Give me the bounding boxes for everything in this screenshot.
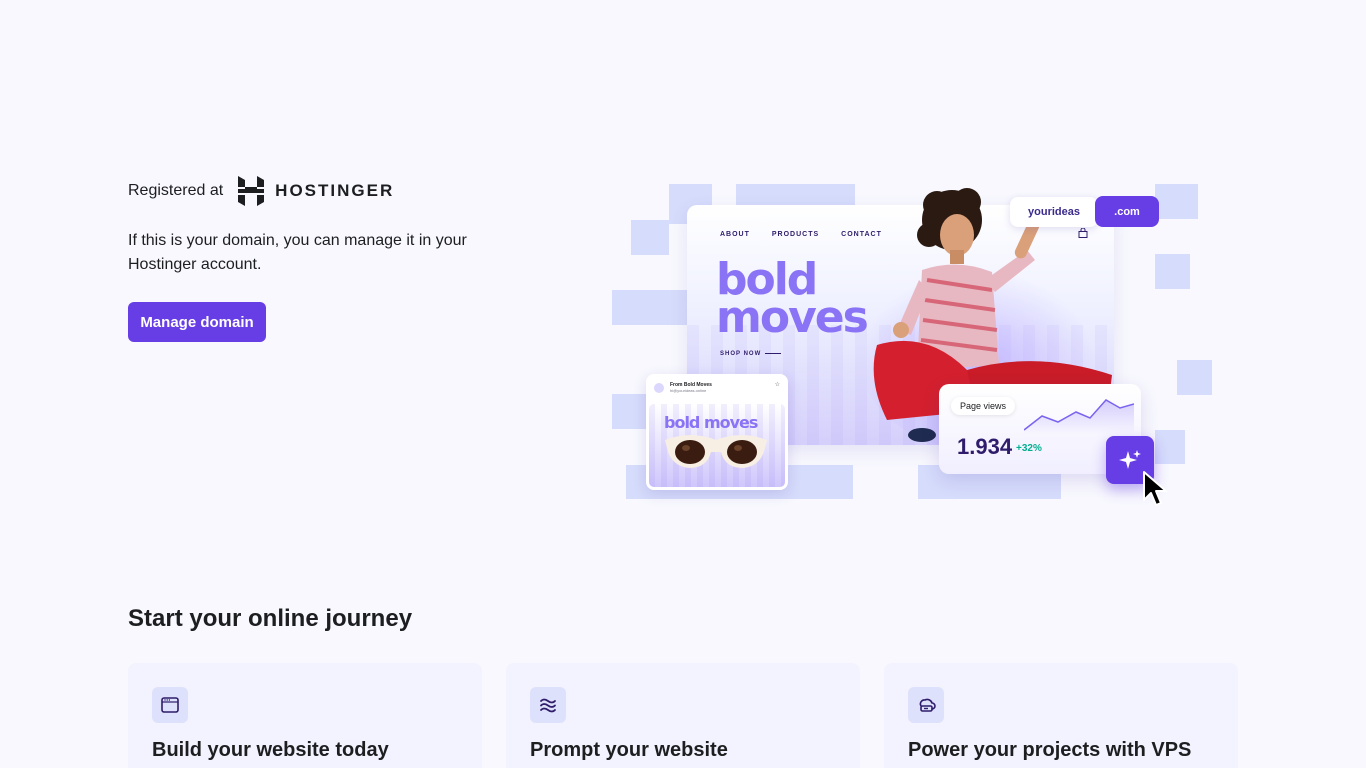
mouse-cursor-icon xyxy=(1143,471,1167,506)
page-views-label: Page views xyxy=(951,397,1016,415)
shop-now-link: SHOP NOW xyxy=(720,351,782,357)
card-prompt-website[interactable]: Prompt your website xyxy=(506,663,860,768)
page-views-value: 1.934 xyxy=(957,434,1013,459)
journey-cards: Build your website today Prompt your web… xyxy=(128,663,1238,768)
sunglasses-image xyxy=(665,435,767,468)
checker-tile xyxy=(1155,184,1198,219)
manage-domain-button[interactable]: Manage domain xyxy=(128,302,266,342)
tld-pill: .com xyxy=(1095,196,1159,227)
domain-description: If this is your domain, you can manage i… xyxy=(128,232,467,273)
card-title: Build your website today xyxy=(152,739,389,761)
email-header: From Bold Moves hi@yourideas.online xyxy=(654,382,712,394)
star-icon: ☆ xyxy=(774,382,780,388)
checker-tile xyxy=(612,394,647,429)
checker-tile xyxy=(1177,360,1212,395)
sparkle-icon xyxy=(1119,450,1141,469)
checker-tile xyxy=(612,290,687,325)
headline-line-2: moves xyxy=(716,292,869,343)
card-title: Power your projects with VPS xyxy=(908,739,1192,761)
registered-label: Registered at xyxy=(128,182,224,199)
hostinger-wordmark: HOSTINGER xyxy=(275,181,395,200)
email-preview-card: From Bold Moves hi@yourideas.online ☆ bo… xyxy=(646,374,788,490)
hero-illustration: ABOUT PRODUCTS CONTACT bold moves SHOP N… xyxy=(612,180,1212,525)
email-body: bold moves xyxy=(649,404,785,487)
card-title: Prompt your website xyxy=(530,739,728,761)
ai-layers-icon xyxy=(530,687,566,723)
shop-now-label: SHOP NOW xyxy=(720,351,762,357)
page-views-change: +32% xyxy=(1016,443,1042,454)
hostinger-logo-icon xyxy=(238,176,265,206)
arrow-line xyxy=(765,352,782,354)
email-address: hi@yourideas.online xyxy=(670,388,707,393)
parked-domain-page: Registered at HOSTINGER If this is your … xyxy=(0,0,1366,768)
registered-at-row: Registered at HOSTINGER xyxy=(128,176,394,206)
card-build-website[interactable]: Build your website today xyxy=(128,663,482,768)
mockup-nav-about: ABOUT xyxy=(720,231,750,238)
domain-name-pill: yourideas xyxy=(1010,197,1098,227)
mail-icon xyxy=(654,383,664,393)
card-vps[interactable]: Power your projects with VPS xyxy=(884,663,1238,768)
cloud-server-icon xyxy=(908,687,944,723)
browser-window-icon xyxy=(152,687,188,723)
mockup-nav-products: PRODUCTS xyxy=(771,231,820,238)
page-views-chart xyxy=(1024,399,1134,434)
mockup-headline: bold moves xyxy=(716,258,869,343)
checker-tile xyxy=(1155,430,1185,464)
section-title: Start your online journey xyxy=(128,605,413,632)
checker-tile xyxy=(1155,254,1190,289)
checker-tile xyxy=(631,220,669,255)
hostinger-logo[interactable]: HOSTINGER xyxy=(237,176,394,206)
mockup-nav: ABOUT PRODUCTS CONTACT xyxy=(720,231,882,238)
